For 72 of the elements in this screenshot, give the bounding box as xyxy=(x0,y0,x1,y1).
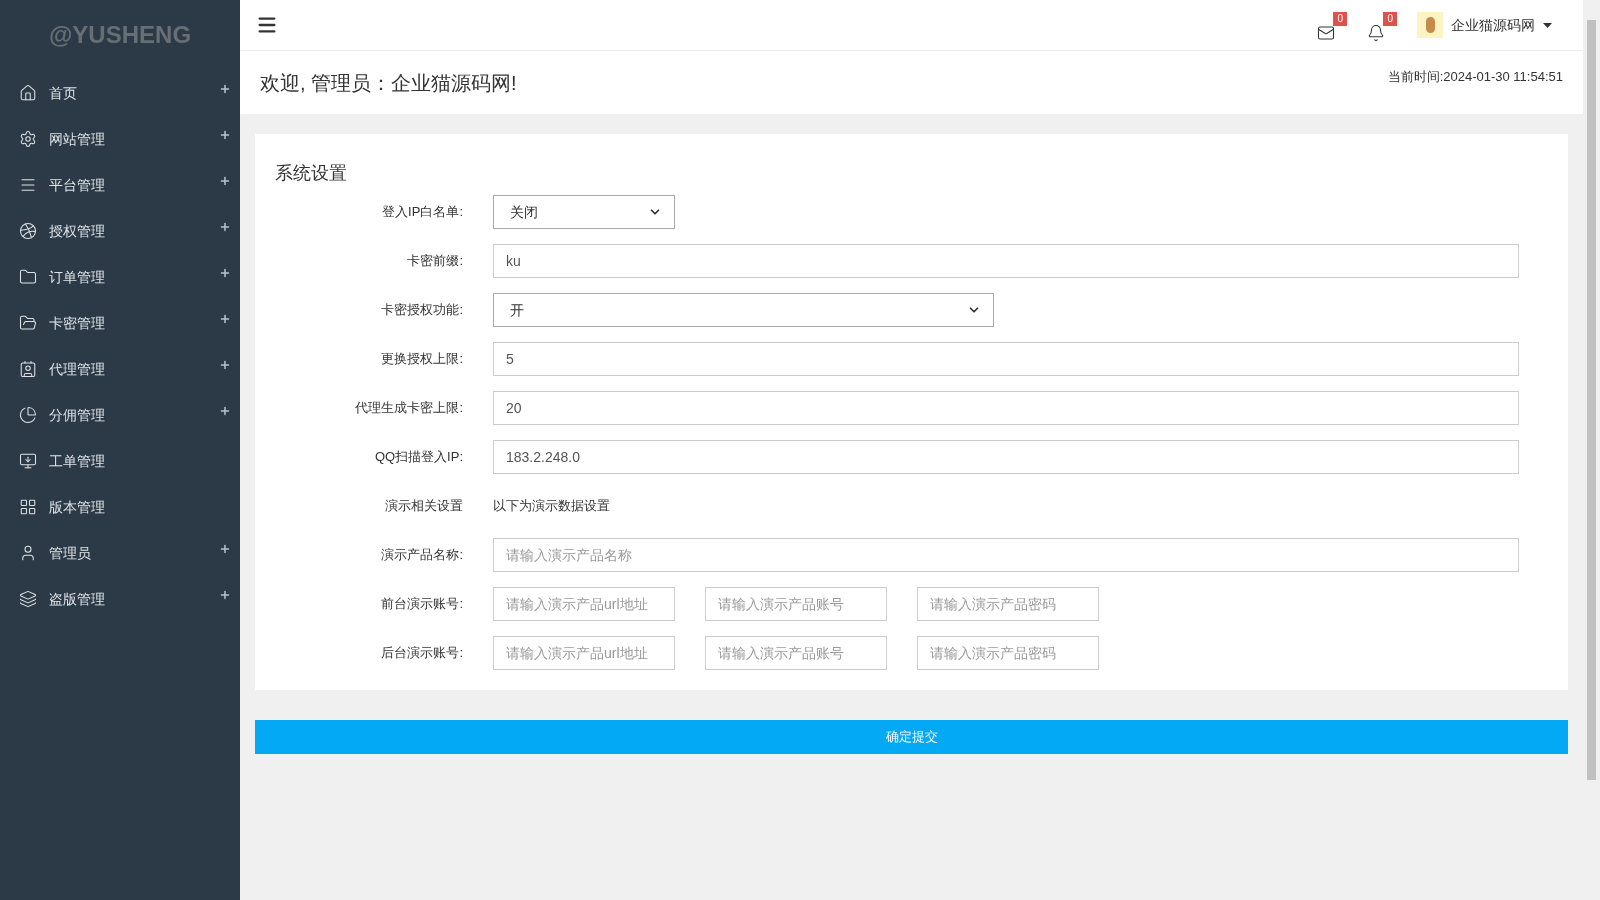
input-field[interactable]: 请输入演示产品名称 xyxy=(493,538,1519,572)
section-title: 系统设置 xyxy=(275,162,348,185)
plus-icon xyxy=(219,83,231,95)
logo-text: @YUSHENG xyxy=(48,20,192,50)
sidebar-item[interactable]: 授权管理 xyxy=(0,208,240,254)
sidebar-item[interactable]: 盗版管理 xyxy=(0,576,240,622)
welcome-text: 欢迎, 管理员：企业猫源码网! xyxy=(260,70,517,96)
field-label: QQ扫描登入IP: xyxy=(373,448,463,467)
input-field[interactable]: 请输入演示产品账号 xyxy=(705,587,887,621)
sidebar-item[interactable]: 平台管理 xyxy=(0,162,240,208)
sidebar-item[interactable]: 分佣管理 xyxy=(0,392,240,438)
user-icon xyxy=(19,544,37,562)
input-field[interactable]: 5 xyxy=(493,342,1519,376)
plus-icon xyxy=(219,359,231,371)
user-menu[interactable]: 企业猫源码网 xyxy=(1417,12,1552,38)
input-field[interactable]: 请输入演示产品url地址 xyxy=(493,587,675,621)
field-label: 更换授权上限: xyxy=(380,350,463,369)
menu-icon[interactable] xyxy=(256,14,278,36)
sidebar-item[interactable]: 卡密管理 xyxy=(0,300,240,346)
home-icon xyxy=(19,84,37,102)
sidebar-item[interactable]: 工单管理 xyxy=(0,438,240,484)
avatar xyxy=(1417,12,1443,38)
pie-chart-icon xyxy=(19,406,37,424)
folder-icon xyxy=(19,314,37,332)
input-field[interactable]: ku xyxy=(493,244,1519,278)
plus-icon xyxy=(219,129,231,141)
folder-icon xyxy=(19,268,37,286)
sidebar-item[interactable]: 管理员 xyxy=(0,530,240,576)
plus-icon xyxy=(219,589,231,601)
input-field[interactable]: 20 xyxy=(493,391,1519,425)
sidebar-item[interactable]: 首页 xyxy=(0,70,240,116)
input-field[interactable]: 183.2.248.0 xyxy=(493,440,1519,474)
list-icon xyxy=(19,176,37,194)
plus-icon xyxy=(219,405,231,417)
field-label: 代理生成卡密上限: xyxy=(354,399,463,418)
mail-icon xyxy=(1317,24,1335,42)
mail-count: 0 xyxy=(1333,12,1347,26)
ball-icon xyxy=(19,222,37,240)
plus-icon xyxy=(219,221,231,233)
input-field[interactable]: 请输入演示产品密码 xyxy=(917,636,1099,670)
sidebar-item[interactable]: 网站管理 xyxy=(0,116,240,162)
field-label: 前台演示账号: xyxy=(380,595,463,614)
plus-icon xyxy=(219,313,231,325)
input-field[interactable]: 请输入演示产品密码 xyxy=(917,587,1099,621)
mail-button[interactable]: 0 xyxy=(1317,12,1347,42)
person-icon xyxy=(19,360,37,378)
sidebar-item[interactable]: 版本管理 xyxy=(0,484,240,530)
dropdown[interactable]: 开 xyxy=(493,293,994,327)
sidebar-item[interactable]: 代理管理 xyxy=(0,346,240,392)
field-label: 后台演示账号: xyxy=(380,644,463,663)
notification-count: 0 xyxy=(1383,12,1397,26)
input-field[interactable]: 请输入演示产品url地址 xyxy=(493,636,675,670)
grid-icon xyxy=(19,498,37,516)
plus-icon xyxy=(219,267,231,279)
plus-icon xyxy=(219,543,231,555)
field-label: 卡密前缀: xyxy=(406,252,463,271)
monitor-icon xyxy=(19,452,37,470)
settings-icon xyxy=(19,130,37,148)
current-time: 当前时间:2024-01-30 11:54:51 xyxy=(1387,67,1563,86)
input-field[interactable]: 请输入演示产品账号 xyxy=(705,636,887,670)
notification-button[interactable]: 0 xyxy=(1367,12,1397,42)
caret-icon xyxy=(1543,22,1552,28)
field-label: 演示产品名称: xyxy=(380,546,463,565)
field-label: 卡密授权功能: xyxy=(380,301,463,320)
dropdown[interactable]: 关闭 xyxy=(493,195,675,229)
field-label: 演示相关设置 xyxy=(384,497,463,516)
layers-icon xyxy=(19,590,37,608)
plus-icon xyxy=(219,175,231,187)
info-text: 以下为演示数据设置 xyxy=(493,497,610,516)
field-label: 登入IP白名单: xyxy=(381,203,463,222)
sidebar-item[interactable]: 订单管理 xyxy=(0,254,240,300)
bell-icon xyxy=(1367,24,1385,42)
